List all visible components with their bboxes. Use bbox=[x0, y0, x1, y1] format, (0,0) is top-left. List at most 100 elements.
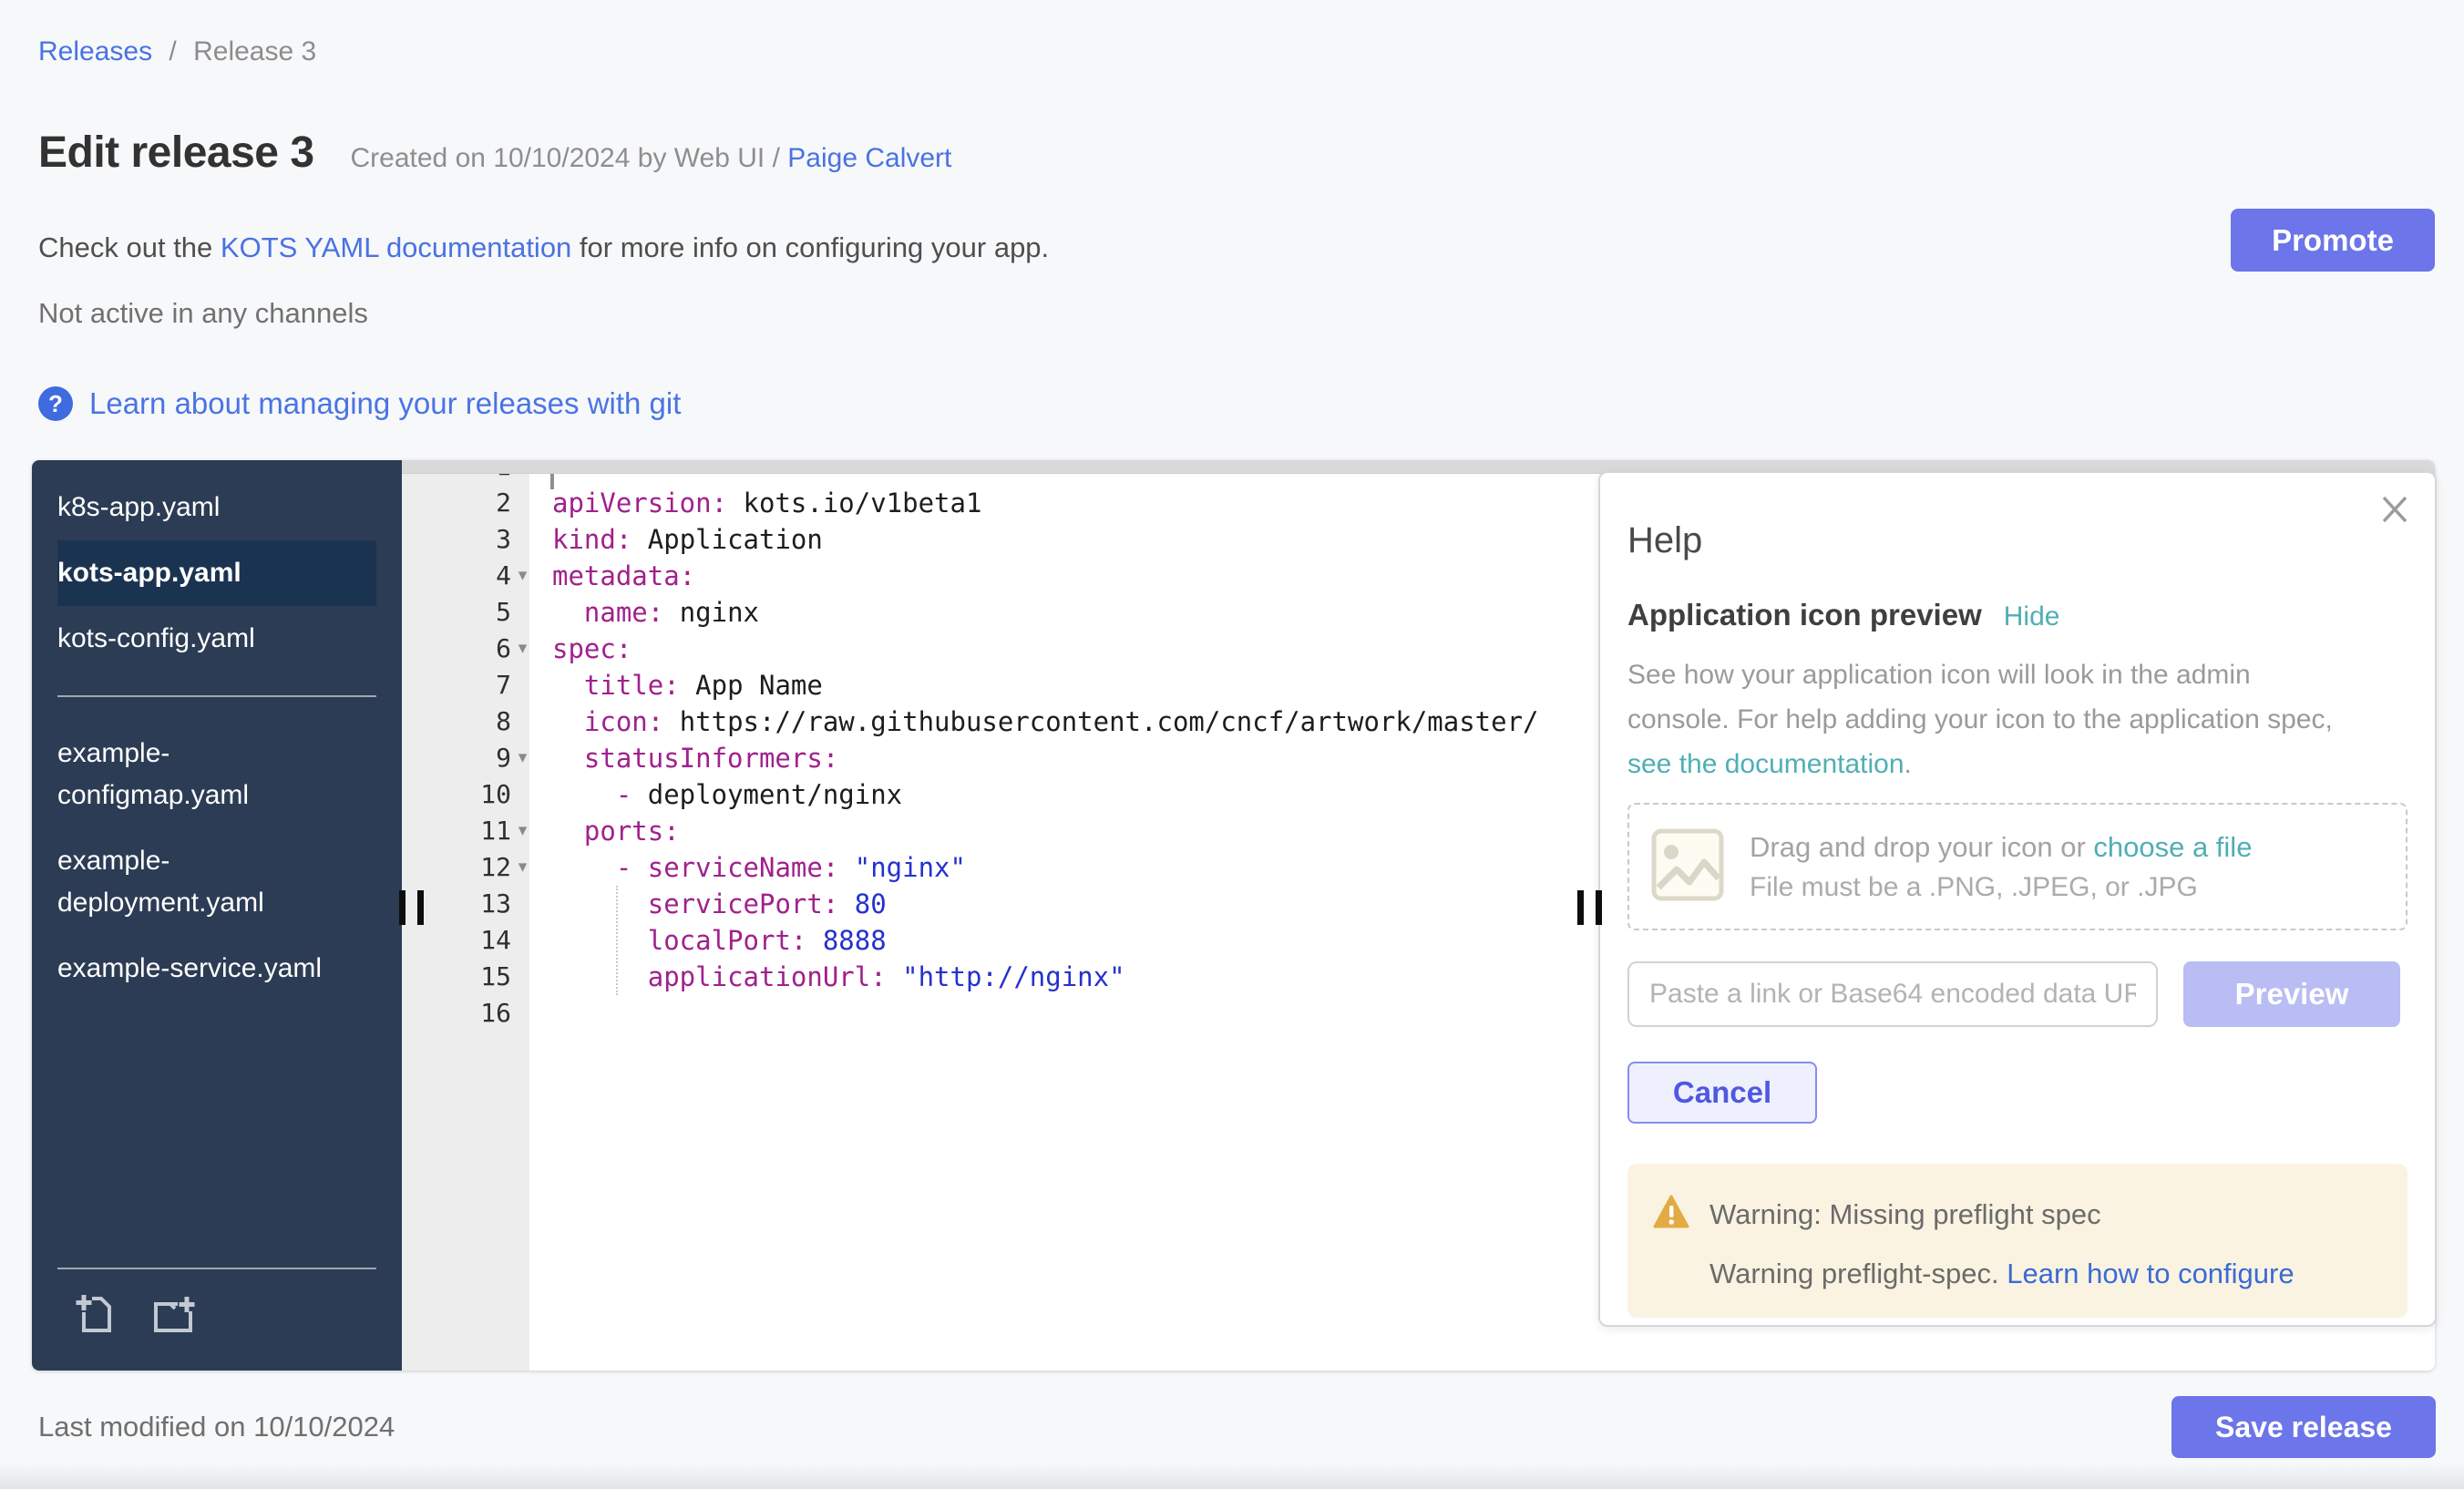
sidebar-resize-handle[interactable] bbox=[399, 890, 424, 925]
new-file-icon[interactable] bbox=[72, 1291, 119, 1343]
description-line-3: see the documentation. bbox=[1627, 742, 2408, 786]
fold-arrow-icon[interactable]: ▾ bbox=[511, 849, 534, 886]
line-number: 4 bbox=[402, 558, 511, 594]
icon-url-row: Preview bbox=[1627, 961, 2408, 1027]
file-tree-item[interactable]: example-service.yaml bbox=[57, 936, 376, 1001]
icon-preview-description: See how your application icon will look … bbox=[1627, 652, 2408, 786]
code-text: - deployment/nginx bbox=[534, 776, 902, 813]
icon-preview-section-header: Application icon preview Hide bbox=[1627, 598, 2408, 632]
help-circle-icon: ? bbox=[38, 386, 73, 421]
page: Releases / Release 3 Edit release 3 Crea… bbox=[0, 0, 2464, 1489]
code-text: statusInformers: bbox=[534, 740, 838, 776]
code-text: - serviceName: "nginx" bbox=[534, 849, 966, 886]
line-number: 16 bbox=[402, 995, 511, 1032]
breadcrumb-link-releases[interactable]: Releases bbox=[38, 36, 152, 67]
code-text bbox=[534, 995, 552, 1032]
title-row: Edit release 3 Created on 10/10/2024 by … bbox=[38, 128, 951, 178]
breadcrumb-separator: / bbox=[159, 36, 185, 67]
code-text: icon: https://raw.githubusercontent.com/… bbox=[534, 703, 1539, 740]
resize-bar bbox=[1596, 890, 1602, 925]
fold-spacer bbox=[511, 886, 534, 922]
git-releases-link[interactable]: Learn about managing your releases with … bbox=[89, 386, 681, 421]
promote-button[interactable]: Promote bbox=[2231, 209, 2435, 272]
fold-spacer bbox=[511, 703, 534, 740]
warning-triangle-icon bbox=[1653, 1195, 1689, 1234]
see-documentation-link[interactable]: see the documentation bbox=[1627, 749, 1904, 779]
file-tree-item[interactable]: k8s-app.yaml bbox=[57, 475, 376, 540]
help-panel-resize-handle[interactable] bbox=[1577, 890, 1602, 925]
icon-preview-title: Application icon preview bbox=[1627, 598, 1982, 632]
line-number: 11 bbox=[402, 813, 511, 849]
file-list-divider bbox=[57, 695, 376, 697]
docs-hint-prefix: Check out the bbox=[38, 231, 221, 263]
code-text: metadata: bbox=[534, 558, 695, 594]
fold-spacer bbox=[511, 959, 534, 995]
preflight-warning-box: Warning: Missing preflight spec Warning … bbox=[1627, 1164, 2408, 1318]
line-number: 14 bbox=[402, 922, 511, 959]
file-name: example-deployment.yaml bbox=[57, 840, 347, 924]
resize-bar bbox=[417, 890, 424, 925]
image-placeholder-icon bbox=[1651, 822, 1724, 912]
hide-link[interactable]: Hide bbox=[2004, 601, 2060, 632]
line-number: 12 bbox=[402, 849, 511, 886]
preview-button[interactable]: Preview bbox=[2183, 961, 2400, 1027]
code-text: name: nginx bbox=[534, 594, 759, 631]
resize-bar bbox=[399, 890, 406, 925]
created-author-link[interactable]: Paige Calvert bbox=[787, 143, 951, 173]
file-tree-item[interactable]: example-deployment.yaml bbox=[57, 828, 376, 936]
choose-file-link[interactable]: choose a file bbox=[2093, 831, 2252, 863]
warning-title: Warning: Missing preflight spec bbox=[1709, 1198, 2101, 1231]
line-number: 3 bbox=[402, 521, 511, 558]
last-modified-text: Last modified on 10/10/2024 bbox=[38, 1411, 395, 1443]
save-release-button[interactable]: Save release bbox=[2171, 1396, 2436, 1458]
line-number: 2 bbox=[402, 485, 511, 521]
new-folder-icon[interactable] bbox=[147, 1291, 200, 1343]
code-text: apiVersion: kots.io/v1beta1 bbox=[534, 485, 981, 521]
file-tree-item[interactable]: kots-app.yaml bbox=[57, 540, 376, 606]
warning-row: Warning: Missing preflight spec bbox=[1653, 1195, 2382, 1234]
dropzone-prompt-text: Drag and drop your icon or bbox=[1750, 831, 2093, 863]
file-name: kots-app.yaml bbox=[57, 552, 241, 594]
channel-status: Not active in any channels bbox=[38, 297, 368, 330]
file-list-bottom: example-configmap.yaml example-deployment… bbox=[32, 721, 402, 1001]
fold-spacer bbox=[511, 667, 534, 703]
code-text: spec: bbox=[534, 631, 631, 667]
cancel-button[interactable]: Cancel bbox=[1627, 1062, 1817, 1124]
learn-configure-link[interactable]: Learn how to configure bbox=[2007, 1258, 2294, 1289]
dropzone-hint: File must be a .PNG, .JPEG, or .JPG bbox=[1750, 868, 2252, 907]
code-text: localPort: 8888 bbox=[534, 922, 887, 959]
docs-hint-suffix: for more info on configuring your app. bbox=[571, 231, 1049, 263]
kots-yaml-docs-link[interactable]: KOTS YAML documentation bbox=[221, 231, 571, 263]
warning-detail: Warning preflight-spec. Learn how to con… bbox=[1709, 1258, 2382, 1290]
line-number: 7 bbox=[402, 667, 511, 703]
description-line-2: console. For help adding your icon to th… bbox=[1627, 697, 2408, 742]
file-tree-item[interactable]: kots-config.yaml bbox=[57, 606, 376, 672]
created-line: Created on 10/10/2024 by Web UI / Paige … bbox=[351, 143, 952, 174]
icon-dropzone[interactable]: Drag and drop your icon or choose a file… bbox=[1627, 803, 2408, 930]
fold-spacer bbox=[511, 776, 534, 813]
fold-arrow-icon[interactable]: ▾ bbox=[511, 813, 534, 849]
created-prefix: Created on 10/10/2024 by Web UI / bbox=[351, 143, 788, 173]
fold-arrow-icon[interactable]: ▾ bbox=[511, 740, 534, 776]
file-list-top: k8s-app.yaml kots-app.yaml kots-config.yam… bbox=[32, 460, 402, 672]
code-text: applicationUrl: "http://nginx" bbox=[534, 959, 1125, 995]
fold-spacer bbox=[511, 594, 534, 631]
resize-bar bbox=[1577, 890, 1584, 925]
description-period: . bbox=[1904, 749, 1912, 779]
line-number: 10 bbox=[402, 776, 511, 813]
fold-arrow-icon[interactable]: ▾ bbox=[511, 631, 534, 667]
line-number: 8 bbox=[402, 703, 511, 740]
close-icon[interactable] bbox=[2378, 493, 2411, 530]
line-number: 9 bbox=[402, 740, 511, 776]
icon-url-input[interactable] bbox=[1627, 961, 2158, 1027]
docs-hint-line: Check out the KOTS YAML documentation fo… bbox=[38, 231, 1049, 264]
file-tree-item[interactable]: example-configmap.yaml bbox=[57, 721, 376, 828]
bottom-gradient bbox=[0, 1463, 2464, 1489]
warning-detail-text: Warning preflight-spec. bbox=[1709, 1258, 2007, 1289]
dropzone-prompt: Drag and drop your icon or choose a file bbox=[1750, 827, 2252, 868]
line-number: 6 bbox=[402, 631, 511, 667]
fold-arrow-icon[interactable]: ▾ bbox=[511, 558, 534, 594]
file-name: kots-config.yaml bbox=[57, 618, 255, 660]
file-name: k8s-app.yaml bbox=[57, 487, 220, 529]
fold-spacer bbox=[511, 995, 534, 1032]
